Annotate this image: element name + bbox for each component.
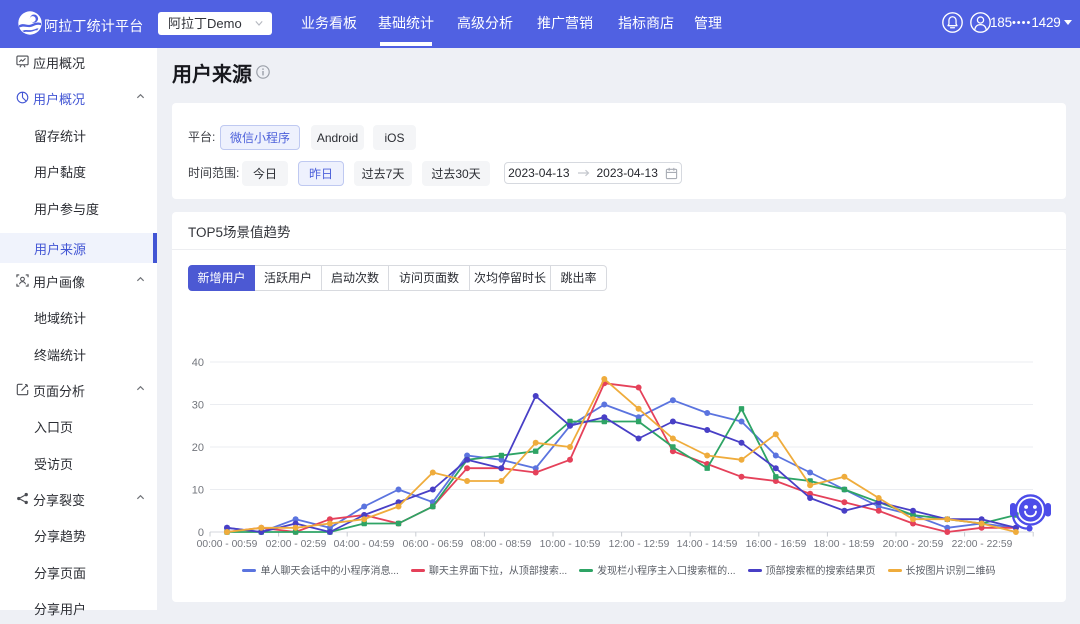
svg-text:08:00 - 08:59: 08:00 - 08:59 [471, 539, 532, 550]
svg-text:40: 40 [192, 357, 204, 369]
svg-text:0: 0 [198, 527, 204, 539]
svg-text:06:00 - 06:59: 06:00 - 06:59 [403, 539, 464, 550]
svg-text:12:00 - 12:59: 12:00 - 12:59 [609, 539, 670, 550]
svg-text:16:00 - 16:59: 16:00 - 16:59 [746, 539, 807, 550]
svg-text:20: 20 [192, 442, 204, 454]
svg-text:04:00 - 04:59: 04:00 - 04:59 [334, 539, 395, 550]
svg-text:20:00 - 20:59: 20:00 - 20:59 [883, 539, 944, 550]
svg-text:14:00 - 14:59: 14:00 - 14:59 [677, 539, 738, 550]
svg-text:02:00 - 02:59: 02:00 - 02:59 [266, 539, 327, 550]
svg-text:18:00 - 18:59: 18:00 - 18:59 [814, 539, 875, 550]
svg-text:00:00 - 00:59: 00:00 - 00:59 [197, 539, 258, 550]
svg-text:22:00 - 22:59: 22:00 - 22:59 [952, 539, 1013, 550]
svg-text:30: 30 [192, 400, 204, 412]
svg-text:10: 10 [192, 485, 204, 497]
svg-text:10:00 - 10:59: 10:00 - 10:59 [540, 539, 601, 550]
